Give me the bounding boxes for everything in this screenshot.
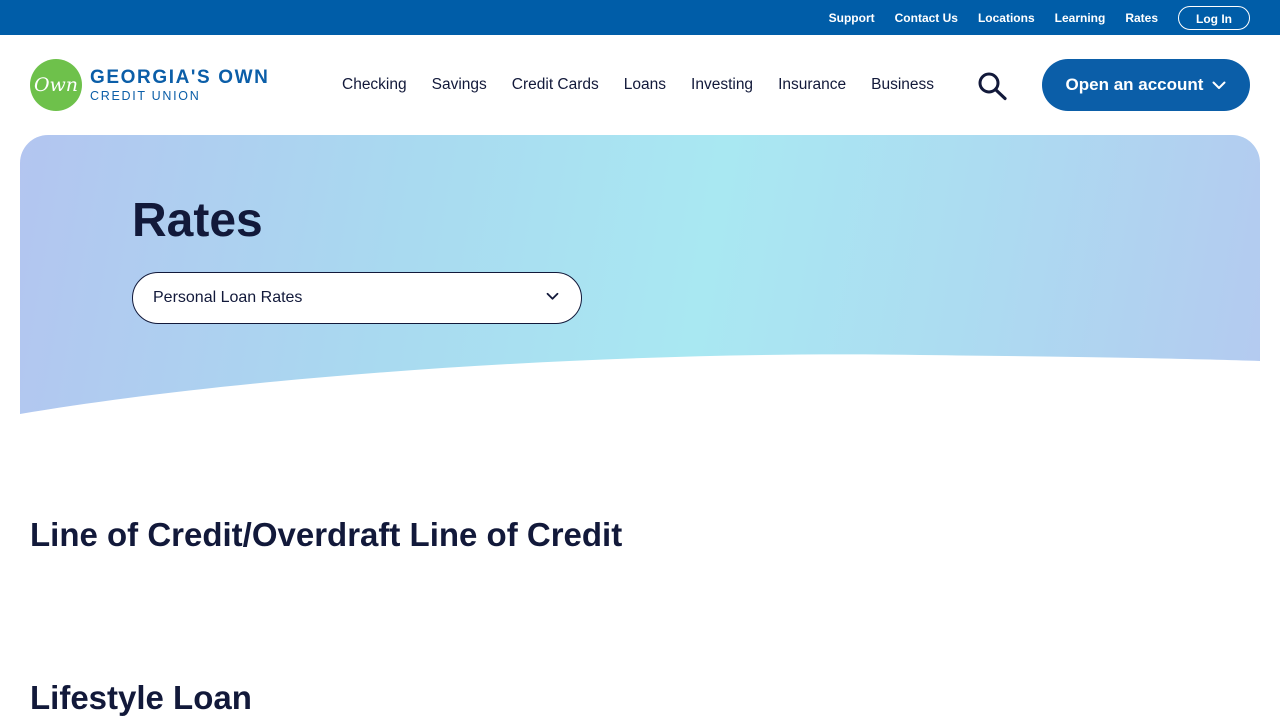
chevron-down-icon (1212, 81, 1226, 89)
utility-links: Support Contact Us Locations Learning Ra… (809, 0, 1250, 35)
nav-item-credit-cards[interactable]: Credit Cards (512, 76, 599, 94)
nav-item-loans[interactable]: Loans (624, 76, 666, 94)
utility-link-support[interactable]: Support (829, 11, 875, 25)
nav-item-savings[interactable]: Savings (432, 76, 487, 94)
chevron-down-icon (546, 292, 559, 300)
nav-item-insurance[interactable]: Insurance (778, 76, 846, 94)
logo-badge: Own (30, 59, 82, 111)
section-title-line-of-credit: Line of Credit/Overdraft Line of Credit (30, 516, 623, 553)
utility-bar: Support Contact Us Locations Learning Ra… (0, 0, 1280, 35)
open-account-button[interactable]: Open an account (1042, 59, 1250, 111)
utility-link-learning[interactable]: Learning (1055, 11, 1106, 25)
section-title-lifestyle-loan: Lifestyle Loan (30, 679, 252, 716)
login-button[interactable]: Log In (1178, 5, 1250, 30)
nav-item-investing[interactable]: Investing (691, 76, 753, 94)
nav-item-checking[interactable]: Checking (342, 76, 407, 94)
utility-link-contact-us[interactable]: Contact Us (895, 11, 958, 25)
logo-text: GEORGIA'S OWN CREDIT UNION (90, 68, 269, 103)
page-title: Rates (132, 194, 263, 247)
logo[interactable]: Own GEORGIA'S OWN CREDIT UNION (30, 59, 269, 111)
open-account-label: Open an account (1065, 75, 1204, 94)
search-button[interactable] (975, 71, 1009, 101)
logo-subtitle: CREDIT UNION (90, 88, 201, 103)
main-nav: Checking Savings Credit Cards Loans Inve… (342, 35, 959, 135)
utility-link-locations[interactable]: Locations (978, 11, 1035, 25)
rate-type-select-value: Personal Loan Rates (153, 289, 303, 306)
search-icon (978, 72, 1007, 101)
logo-name: GEORGIA'S OWN (90, 66, 270, 88)
rate-type-select[interactable]: Personal Loan Rates (132, 272, 582, 324)
main-header: Own GEORGIA'S OWN CREDIT UNION Checking … (0, 35, 1280, 135)
utility-link-rates[interactable]: Rates (1125, 11, 1158, 25)
nav-item-business[interactable]: Business (871, 76, 934, 94)
hero-banner: Rates Personal Loan Rates (20, 135, 1260, 415)
